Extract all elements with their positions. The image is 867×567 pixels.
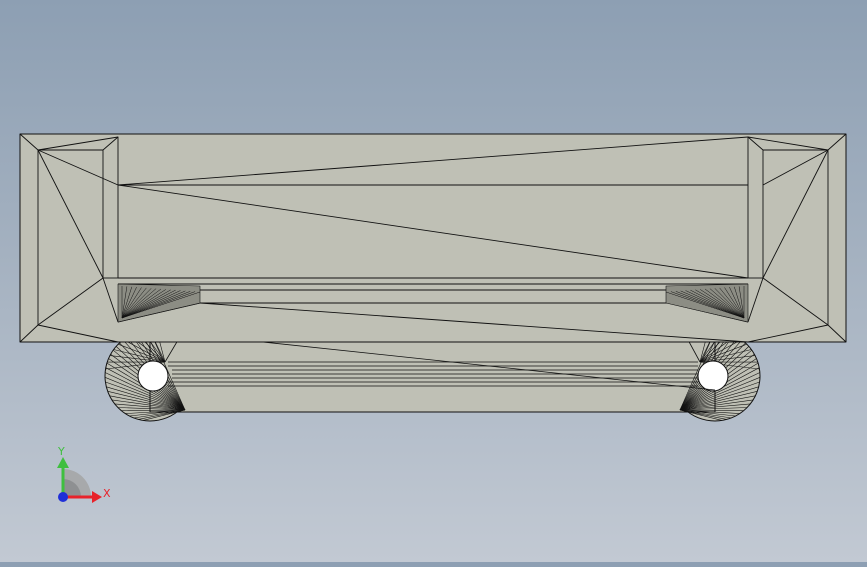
- right-hole: [698, 361, 728, 391]
- graphics-viewport[interactable]: Y X: [0, 0, 867, 562]
- left-hole: [138, 361, 168, 391]
- z-axis-dot: [58, 492, 68, 502]
- x-axis-label: X: [103, 487, 111, 500]
- y-axis-label: Y: [57, 445, 65, 458]
- x-axis-arrow: [92, 491, 102, 503]
- y-axis-arrow: [57, 457, 69, 468]
- top-slab: [20, 134, 846, 342]
- axis-triad: Y X: [57, 445, 111, 503]
- cad-model-rail-part[interactable]: [20, 134, 846, 421]
